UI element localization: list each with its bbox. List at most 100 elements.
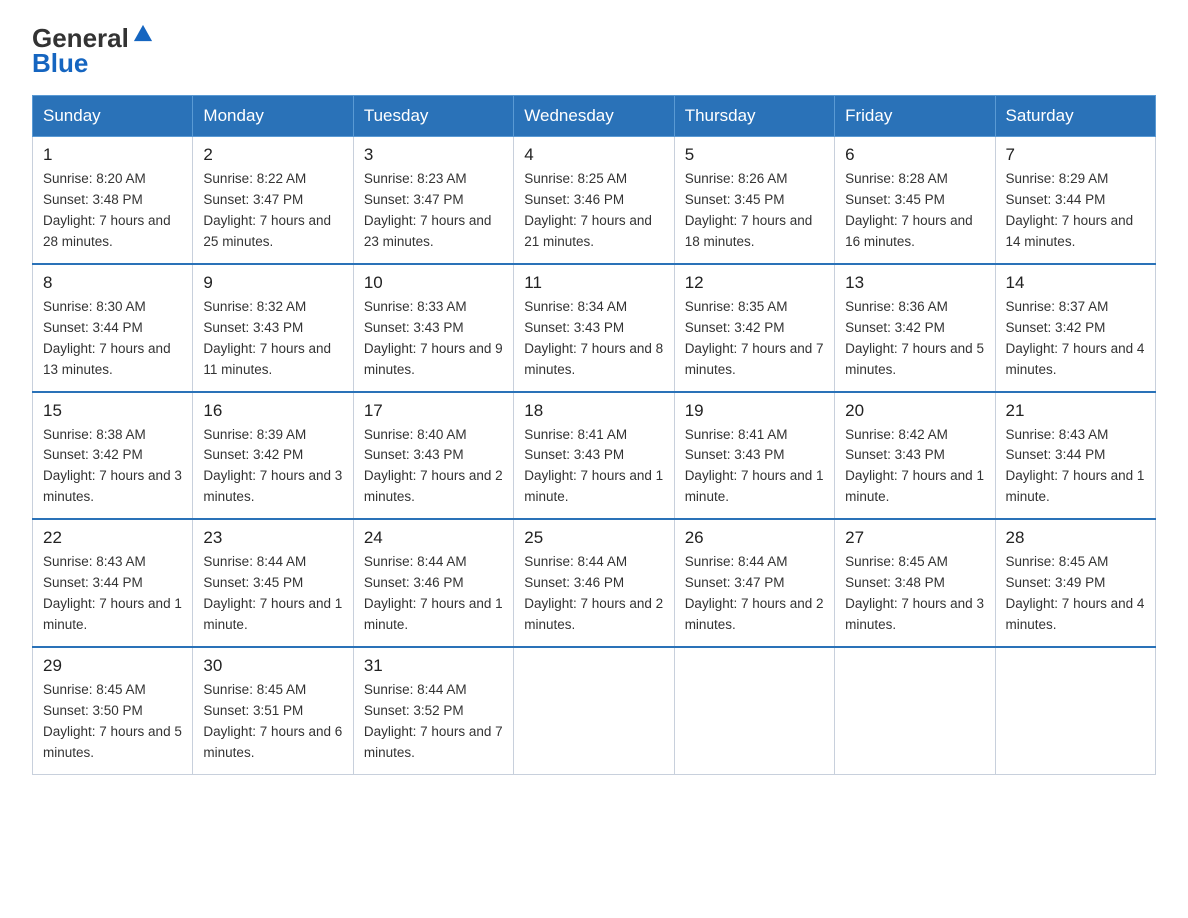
day-info: Sunrise: 8:45 AMSunset: 3:48 PMDaylight:…: [845, 552, 984, 636]
day-info: Sunrise: 8:39 AMSunset: 3:42 PMDaylight:…: [203, 425, 342, 509]
day-number: 8: [43, 273, 182, 293]
day-number: 19: [685, 401, 824, 421]
day-info: Sunrise: 8:34 AMSunset: 3:43 PMDaylight:…: [524, 297, 663, 381]
calendar-cell: 7 Sunrise: 8:29 AMSunset: 3:44 PMDayligh…: [995, 137, 1155, 264]
day-info: Sunrise: 8:41 AMSunset: 3:43 PMDaylight:…: [524, 425, 663, 509]
day-info: Sunrise: 8:45 AMSunset: 3:49 PMDaylight:…: [1006, 552, 1145, 636]
calendar-week-3: 15 Sunrise: 8:38 AMSunset: 3:42 PMDaylig…: [33, 392, 1156, 520]
calendar-cell: [514, 647, 674, 774]
col-header-wednesday: Wednesday: [514, 96, 674, 137]
day-info: Sunrise: 8:35 AMSunset: 3:42 PMDaylight:…: [685, 297, 824, 381]
day-number: 25: [524, 528, 663, 548]
calendar-week-1: 1 Sunrise: 8:20 AMSunset: 3:48 PMDayligh…: [33, 137, 1156, 264]
day-info: Sunrise: 8:44 AMSunset: 3:52 PMDaylight:…: [364, 680, 503, 764]
calendar-cell: 19 Sunrise: 8:41 AMSunset: 3:43 PMDaylig…: [674, 392, 834, 520]
day-number: 2: [203, 145, 342, 165]
calendar-cell: 16 Sunrise: 8:39 AMSunset: 3:42 PMDaylig…: [193, 392, 353, 520]
day-info: Sunrise: 8:25 AMSunset: 3:46 PMDaylight:…: [524, 169, 663, 253]
calendar-cell: 26 Sunrise: 8:44 AMSunset: 3:47 PMDaylig…: [674, 519, 834, 647]
day-info: Sunrise: 8:32 AMSunset: 3:43 PMDaylight:…: [203, 297, 342, 381]
col-header-thursday: Thursday: [674, 96, 834, 137]
calendar-cell: 4 Sunrise: 8:25 AMSunset: 3:46 PMDayligh…: [514, 137, 674, 264]
day-number: 21: [1006, 401, 1145, 421]
day-info: Sunrise: 8:29 AMSunset: 3:44 PMDaylight:…: [1006, 169, 1145, 253]
day-info: Sunrise: 8:44 AMSunset: 3:46 PMDaylight:…: [524, 552, 663, 636]
day-number: 26: [685, 528, 824, 548]
day-number: 28: [1006, 528, 1145, 548]
col-header-saturday: Saturday: [995, 96, 1155, 137]
day-number: 23: [203, 528, 342, 548]
calendar-cell: 12 Sunrise: 8:35 AMSunset: 3:42 PMDaylig…: [674, 264, 834, 392]
day-number: 4: [524, 145, 663, 165]
day-info: Sunrise: 8:44 AMSunset: 3:46 PMDaylight:…: [364, 552, 503, 636]
day-info: Sunrise: 8:44 AMSunset: 3:47 PMDaylight:…: [685, 552, 824, 636]
calendar-cell: 14 Sunrise: 8:37 AMSunset: 3:42 PMDaylig…: [995, 264, 1155, 392]
day-number: 14: [1006, 273, 1145, 293]
calendar-cell: 11 Sunrise: 8:34 AMSunset: 3:43 PMDaylig…: [514, 264, 674, 392]
day-number: 3: [364, 145, 503, 165]
day-number: 7: [1006, 145, 1145, 165]
day-info: Sunrise: 8:41 AMSunset: 3:43 PMDaylight:…: [685, 425, 824, 509]
calendar-cell: 1 Sunrise: 8:20 AMSunset: 3:48 PMDayligh…: [33, 137, 193, 264]
day-number: 27: [845, 528, 984, 548]
calendar-cell: 13 Sunrise: 8:36 AMSunset: 3:42 PMDaylig…: [835, 264, 995, 392]
calendar-cell: 29 Sunrise: 8:45 AMSunset: 3:50 PMDaylig…: [33, 647, 193, 774]
calendar-header-row: SundayMondayTuesdayWednesdayThursdayFrid…: [33, 96, 1156, 137]
day-info: Sunrise: 8:20 AMSunset: 3:48 PMDaylight:…: [43, 169, 182, 253]
day-info: Sunrise: 8:23 AMSunset: 3:47 PMDaylight:…: [364, 169, 503, 253]
day-info: Sunrise: 8:43 AMSunset: 3:44 PMDaylight:…: [1006, 425, 1145, 509]
day-info: Sunrise: 8:43 AMSunset: 3:44 PMDaylight:…: [43, 552, 182, 636]
calendar-cell: 28 Sunrise: 8:45 AMSunset: 3:49 PMDaylig…: [995, 519, 1155, 647]
day-number: 15: [43, 401, 182, 421]
day-info: Sunrise: 8:42 AMSunset: 3:43 PMDaylight:…: [845, 425, 984, 509]
logo-triangle-icon: [133, 23, 153, 43]
day-info: Sunrise: 8:38 AMSunset: 3:42 PMDaylight:…: [43, 425, 182, 509]
day-info: Sunrise: 8:36 AMSunset: 3:42 PMDaylight:…: [845, 297, 984, 381]
day-number: 11: [524, 273, 663, 293]
calendar-cell: 27 Sunrise: 8:45 AMSunset: 3:48 PMDaylig…: [835, 519, 995, 647]
day-number: 30: [203, 656, 342, 676]
day-number: 18: [524, 401, 663, 421]
calendar-cell: 30 Sunrise: 8:45 AMSunset: 3:51 PMDaylig…: [193, 647, 353, 774]
calendar-cell: 5 Sunrise: 8:26 AMSunset: 3:45 PMDayligh…: [674, 137, 834, 264]
logo: General Blue: [32, 24, 153, 77]
day-number: 9: [203, 273, 342, 293]
calendar-cell: 2 Sunrise: 8:22 AMSunset: 3:47 PMDayligh…: [193, 137, 353, 264]
col-header-friday: Friday: [835, 96, 995, 137]
calendar-cell: 17 Sunrise: 8:40 AMSunset: 3:43 PMDaylig…: [353, 392, 513, 520]
col-header-monday: Monday: [193, 96, 353, 137]
day-number: 1: [43, 145, 182, 165]
calendar-cell: 21 Sunrise: 8:43 AMSunset: 3:44 PMDaylig…: [995, 392, 1155, 520]
day-info: Sunrise: 8:40 AMSunset: 3:43 PMDaylight:…: [364, 425, 503, 509]
calendar-cell: 20 Sunrise: 8:42 AMSunset: 3:43 PMDaylig…: [835, 392, 995, 520]
page-header: General Blue: [32, 24, 1156, 77]
calendar-cell: [674, 647, 834, 774]
calendar-cell: 18 Sunrise: 8:41 AMSunset: 3:43 PMDaylig…: [514, 392, 674, 520]
calendar-cell: [835, 647, 995, 774]
calendar-cell: 10 Sunrise: 8:33 AMSunset: 3:43 PMDaylig…: [353, 264, 513, 392]
day-info: Sunrise: 8:26 AMSunset: 3:45 PMDaylight:…: [685, 169, 824, 253]
calendar-week-2: 8 Sunrise: 8:30 AMSunset: 3:44 PMDayligh…: [33, 264, 1156, 392]
calendar-cell: 3 Sunrise: 8:23 AMSunset: 3:47 PMDayligh…: [353, 137, 513, 264]
col-header-sunday: Sunday: [33, 96, 193, 137]
day-number: 6: [845, 145, 984, 165]
day-info: Sunrise: 8:45 AMSunset: 3:50 PMDaylight:…: [43, 680, 182, 764]
day-info: Sunrise: 8:28 AMSunset: 3:45 PMDaylight:…: [845, 169, 984, 253]
calendar-cell: 25 Sunrise: 8:44 AMSunset: 3:46 PMDaylig…: [514, 519, 674, 647]
calendar-cell: 22 Sunrise: 8:43 AMSunset: 3:44 PMDaylig…: [33, 519, 193, 647]
calendar-cell: 24 Sunrise: 8:44 AMSunset: 3:46 PMDaylig…: [353, 519, 513, 647]
day-number: 24: [364, 528, 503, 548]
calendar-week-5: 29 Sunrise: 8:45 AMSunset: 3:50 PMDaylig…: [33, 647, 1156, 774]
day-info: Sunrise: 8:30 AMSunset: 3:44 PMDaylight:…: [43, 297, 182, 381]
day-number: 12: [685, 273, 824, 293]
calendar-cell: 31 Sunrise: 8:44 AMSunset: 3:52 PMDaylig…: [353, 647, 513, 774]
day-info: Sunrise: 8:22 AMSunset: 3:47 PMDaylight:…: [203, 169, 342, 253]
calendar-cell: 15 Sunrise: 8:38 AMSunset: 3:42 PMDaylig…: [33, 392, 193, 520]
day-number: 5: [685, 145, 824, 165]
day-number: 16: [203, 401, 342, 421]
day-number: 20: [845, 401, 984, 421]
calendar-table: SundayMondayTuesdayWednesdayThursdayFrid…: [32, 95, 1156, 774]
calendar-cell: 6 Sunrise: 8:28 AMSunset: 3:45 PMDayligh…: [835, 137, 995, 264]
day-info: Sunrise: 8:44 AMSunset: 3:45 PMDaylight:…: [203, 552, 342, 636]
day-number: 22: [43, 528, 182, 548]
